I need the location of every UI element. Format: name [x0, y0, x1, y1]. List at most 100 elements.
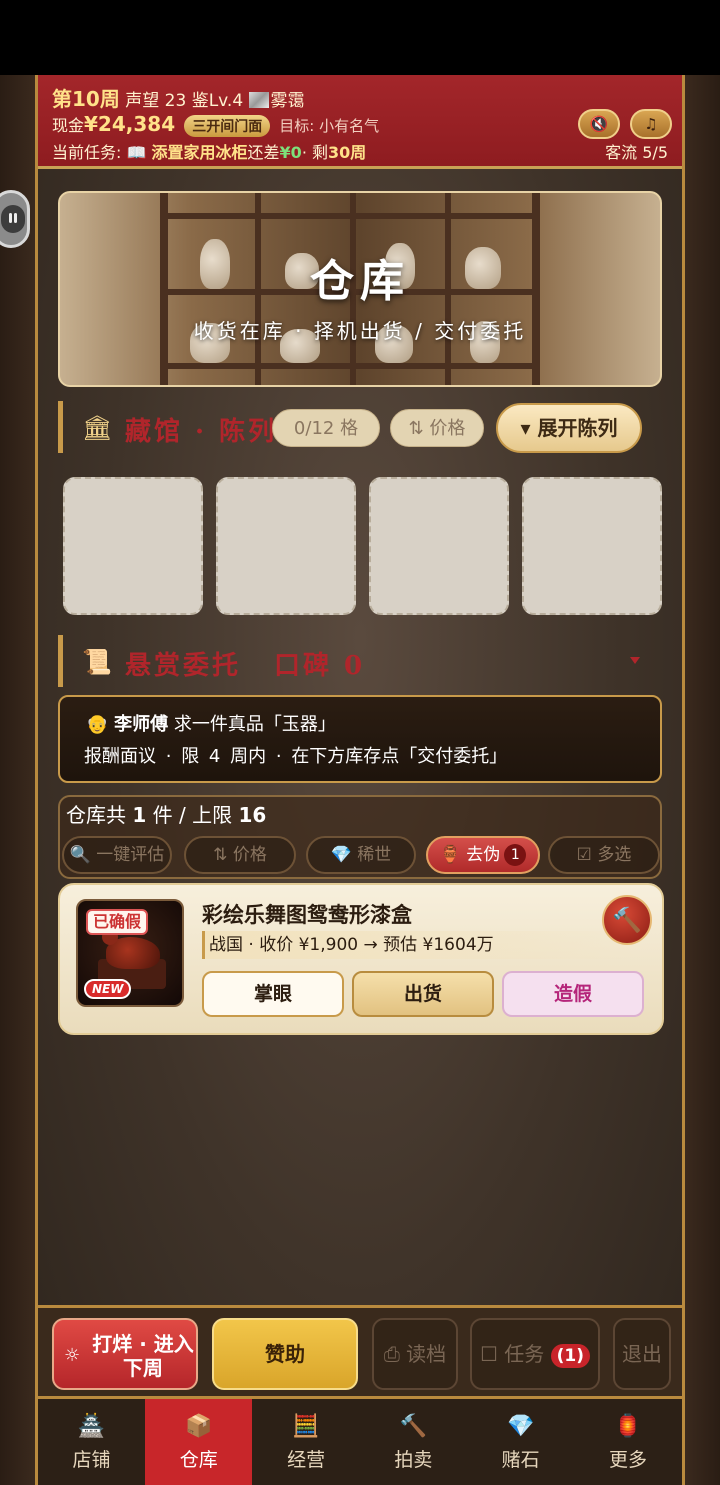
nav-tab[interactable]: 🧮 经营 [253, 1399, 360, 1485]
nav-tab[interactable]: 💎 赌石 [467, 1399, 574, 1485]
item-thumbnail: 已确假 NEW [76, 899, 184, 1007]
header-row-task: 当前任务: 📖 添置家用冰柜还差¥0· 剩30周 [52, 139, 366, 163]
task-remain-label: 还差 [247, 143, 280, 162]
tasks-button[interactable]: ☐ 任务 (1) [470, 1318, 600, 1390]
count-limit: 16 [238, 803, 267, 827]
hammer-icon[interactable]: 🔨 [602, 895, 652, 945]
task-label: 当前任务: [52, 143, 122, 162]
load-save-button[interactable]: ⎙ 读档 [372, 1318, 458, 1390]
shop-level-badge: 三开间门面 [184, 115, 271, 137]
nav-tab-label: 更多 [608, 1449, 647, 1471]
lantern-icon: 🏮 [614, 1414, 642, 1439]
task-count-badge: (1) [550, 1344, 591, 1368]
collection-title: 藏馆 · 陈列 [125, 417, 278, 447]
multi-select-button[interactable]: ☑ 多选 [548, 836, 660, 874]
count-value: 1 [132, 803, 147, 827]
game-app: 第10周 声望 23 鉴Lv.4 雾霭 现金¥24,384 三开间门面 目标: … [35, 75, 685, 1485]
client-avatar-icon: 👴 [86, 714, 109, 735]
nav-tab[interactable]: 🏯 店铺 [38, 1399, 145, 1485]
word-of-mouth: 口碑 0 [274, 651, 366, 681]
display-slot[interactable] [216, 477, 356, 615]
auction-hammer-icon: 🔨 [399, 1414, 428, 1439]
request-text: 求一件真品「玉器」 [173, 714, 336, 735]
banner-subtitle: 收货在库 · 择机出货 / 交付委托 [193, 319, 527, 343]
cash-label: 现金 [52, 116, 85, 135]
inventory-toolbar: 仓库共 1 件 / 上限 16 🔍 一键评估 ⇅ 价格 💎 稀世 🏺 去伪 1 ☑… [58, 795, 662, 879]
display-slot[interactable] [522, 477, 662, 615]
bounty-title: 悬赏委托 [125, 651, 242, 681]
task-name: 添置家用冰柜 [151, 143, 248, 162]
next-week-label: 打烊 · 进入下周 [92, 1332, 194, 1380]
display-slot[interactable] [369, 477, 509, 615]
separator: · [165, 746, 172, 767]
scroll-icon: 📜 [82, 648, 112, 676]
sun-icon: ☼ [64, 1345, 81, 1366]
diamond-icon: 💎 [330, 845, 352, 865]
cash-value: ¥24,384 [84, 112, 176, 136]
display-slots [63, 477, 663, 615]
reward-text: 报酬面议 [84, 746, 156, 767]
mute-button[interactable]: 🔇 [578, 109, 620, 139]
nav-tab-label: 店铺 [72, 1449, 111, 1471]
count-prefix: 仓库共 [66, 803, 126, 827]
collapse-chevron-icon[interactable] [630, 657, 640, 664]
inspect-button[interactable]: 掌眼 [202, 971, 344, 1017]
inventory-item-card[interactable]: 已确假 NEW 彩绘乐舞图鸳鸯形漆盒 战国 · 收价 ¥1,900 → 预估 ¥… [58, 883, 664, 1035]
weather-label: 雾霭 [270, 91, 305, 111]
one-click-appraise-button[interactable]: 🔍 一键评估 [62, 836, 172, 874]
nav-tab-label: 仓库 [179, 1449, 218, 1471]
sell-button[interactable]: 出货 [352, 971, 494, 1017]
gem-stone-icon: 💎 [506, 1414, 535, 1439]
time-limit-text: 限 4 周内 [181, 746, 267, 767]
abacus-icon: 🧮 [292, 1414, 320, 1439]
remove-fake-filter-button[interactable]: 🏺 去伪 1 [426, 836, 540, 874]
item-meta: 战国 · 收价 ¥1,900 → 预估 ¥1604万 [202, 931, 646, 959]
client-name: 李师傅 [114, 714, 169, 735]
floating-assistant-button[interactable] [0, 190, 30, 248]
folder-icon: ⎙ [383, 1342, 400, 1366]
deliver-hint-text: 在下方库存点「交付委托」 [291, 746, 508, 767]
request-line: 👴 李师傅 求一件真品「玉器」 [86, 710, 336, 736]
rare-label: 稀世 [357, 845, 392, 865]
header-row-cash: 现金¥24,384 三开间门面 目标: 小有名气 [52, 112, 379, 137]
fog-weather-icon [248, 92, 269, 108]
display-slot[interactable] [63, 477, 203, 615]
exit-button[interactable]: 退出 [613, 1318, 671, 1390]
header: 第10周 声望 23 鉴Lv.4 雾霭 现金¥24,384 三开间门面 目标: … [38, 75, 682, 169]
music-button[interactable]: ♫ [630, 109, 672, 139]
request-terms: 报酬面议 · 限 4 周内 · 在下方库存点「交付委托」 [84, 742, 507, 768]
confirmed-fake-tag: 已确假 [86, 909, 149, 935]
forge-button[interactable]: 造假 [502, 971, 644, 1017]
fake-label: 去伪 [466, 845, 501, 865]
appraise-level: 鉴Lv.4 [191, 91, 244, 111]
music-icon: ♫ [644, 115, 658, 133]
customer-traffic: 客流 5/5 [605, 143, 668, 162]
nav-tab[interactable]: 🏮 更多 [575, 1399, 682, 1485]
expand-display-button[interactable]: ▾ 展开陈列 [496, 403, 642, 453]
bounty-section-header[interactable]: 📜 悬赏委托 口碑 0 [58, 635, 662, 687]
collection-sort-button[interactable]: ⇅ 价格 [390, 409, 484, 447]
next-week-button[interactable]: ☼ 打烊 · 进入下周 [52, 1318, 198, 1390]
book-icon: 📖 [126, 143, 147, 162]
section-accent-bar [58, 401, 63, 453]
inventory-count: 仓库共 1 件 / 上限 16 [66, 799, 266, 828]
vase-icon: 🏺 [439, 845, 461, 865]
section-accent-bar [58, 635, 63, 687]
load-label: 读档 [406, 1342, 447, 1366]
nav-tab[interactable]: 🔨 拍卖 [360, 1399, 467, 1485]
sponsor-button[interactable]: 赞助 [212, 1318, 358, 1390]
checkbox-icon: ☐ [479, 1342, 498, 1366]
warehouse-icon: 📦 [185, 1414, 213, 1439]
warehouse-banner: 仓库 收货在库 · 择机出货 / 交付委托 [58, 191, 662, 387]
museum-icon: 🏛 [82, 414, 113, 442]
new-badge: NEW [84, 979, 132, 999]
fake-count-badge: 1 [504, 844, 527, 866]
nav-tab-label: 赌石 [501, 1449, 540, 1471]
price-sort-button[interactable]: ⇅ 价格 [184, 836, 296, 874]
task-weeks: 30周 [328, 143, 367, 162]
week-label: 第10周 [52, 87, 120, 111]
rare-filter-button[interactable]: 💎 稀世 [306, 836, 416, 874]
pause-icon [1, 205, 25, 233]
nav-tab[interactable]: 📦 仓库 [145, 1399, 253, 1485]
action-bar: ☼ 打烊 · 进入下周 赞助 ⎙ 读档 ☐ 任务 (1) 退出 [38, 1305, 682, 1399]
